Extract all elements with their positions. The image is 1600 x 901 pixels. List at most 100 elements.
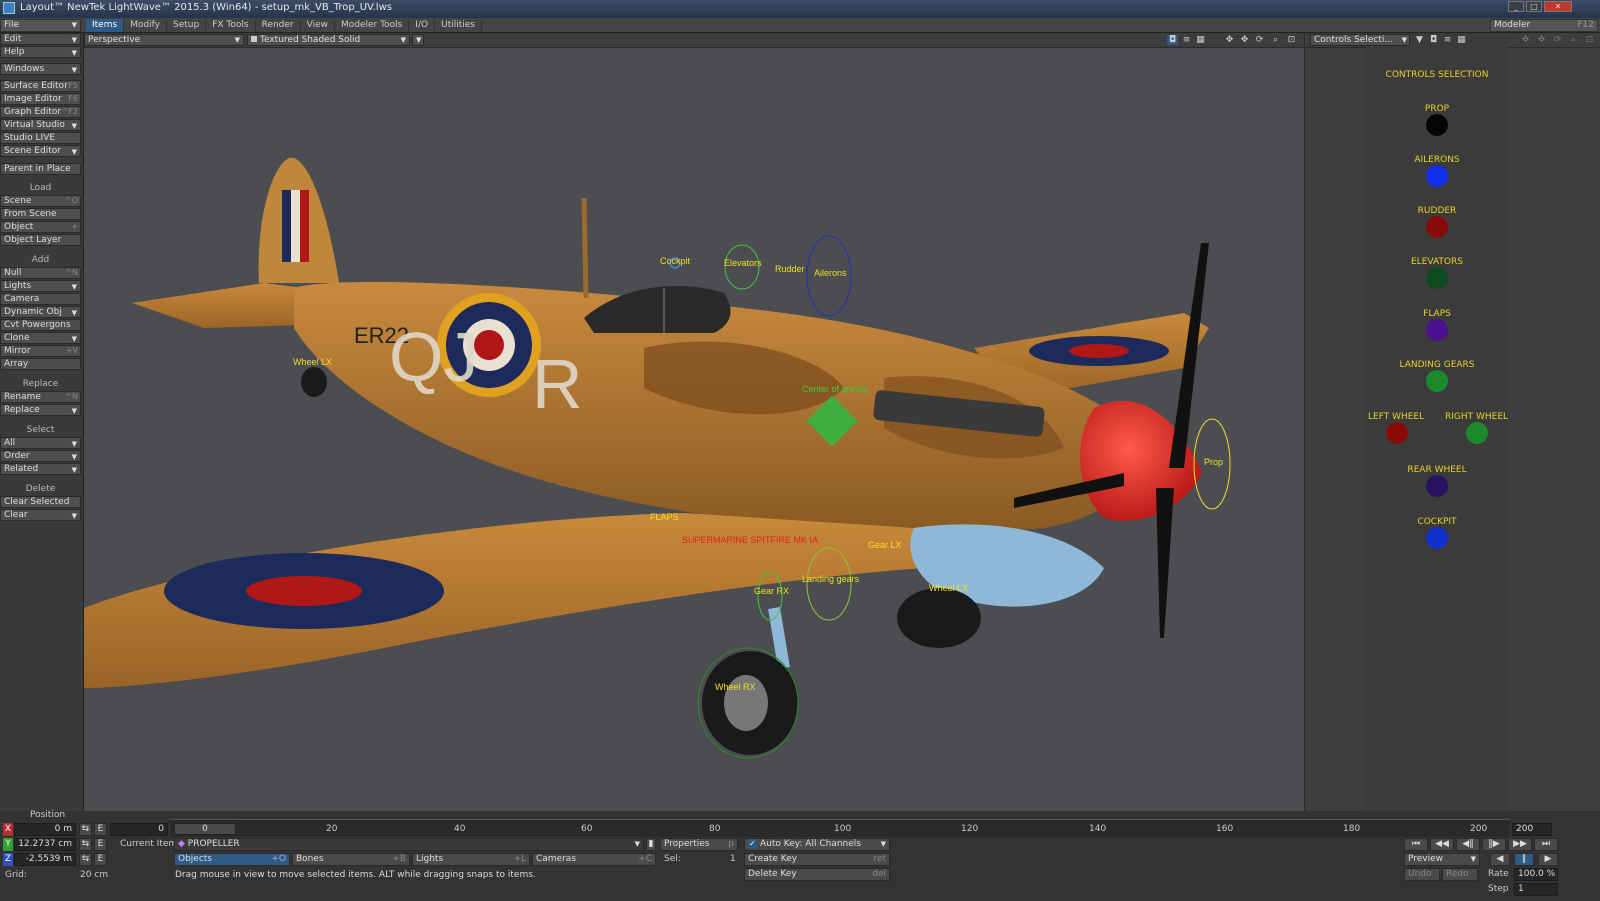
go-to-start-icon[interactable]: ⏮ (1404, 838, 1428, 851)
flaps-control-dot[interactable] (1426, 319, 1448, 341)
grid-icon[interactable]: ▦ (1195, 35, 1206, 45)
z-envelope-button[interactable]: E (94, 853, 107, 866)
y-position-field[interactable]: 12.2737 cm (14, 838, 76, 851)
minimize-button[interactable]: _ (1508, 1, 1524, 12)
studio-live-button[interactable]: Studio LIVE (0, 132, 81, 144)
load-scene-button[interactable]: Scene ^O (0, 195, 81, 207)
step-forward-icon[interactable]: ‖▶ (1482, 838, 1506, 851)
play-icon[interactable]: ▶ (1538, 853, 1558, 866)
timeline-slider[interactable]: 0 (174, 823, 236, 835)
pan-icon[interactable]: ✥ (1536, 35, 1547, 45)
ailerons-control-dot[interactable] (1426, 165, 1448, 187)
maximize-view-icon[interactable]: ⊡ (1286, 35, 1297, 45)
viewport-options-dropdown[interactable]: ▼ (412, 34, 424, 46)
rudder-label[interactable]: Rudder (775, 264, 805, 274)
windows-menu[interactable]: Windows ▼ (0, 63, 81, 75)
pan-icon[interactable]: ✥ (1239, 35, 1250, 45)
camera-icon[interactable]: ◘ (1428, 35, 1439, 45)
parent-in-place-button[interactable]: Parent in Place (0, 163, 81, 175)
center-of-gravity-label[interactable]: Center of gravity (802, 384, 868, 394)
tab-modeler-tools[interactable]: Modeler Tools (335, 19, 410, 32)
right-wheel-control-dot[interactable] (1466, 422, 1488, 444)
y-arrows-icon[interactable]: ⇆ (79, 838, 92, 851)
wheel-lx-tail-label[interactable]: Wheel LX (293, 357, 332, 367)
rudder-control-dot[interactable] (1426, 216, 1448, 238)
bones-tab[interactable]: Bones +B (292, 853, 410, 866)
current-item-dropdown[interactable]: ◆ PROPELLER ▼ (174, 838, 644, 851)
next-key-icon[interactable]: ▶▶ (1508, 838, 1532, 851)
start-frame-field[interactable]: 0 (110, 823, 168, 836)
y-envelope-button[interactable]: E (94, 838, 107, 851)
cockpit-label[interactable]: Cockpit (660, 256, 690, 266)
edit-menu[interactable]: Edit ▼ (0, 33, 81, 45)
play-reverse-icon[interactable]: ◀ (1490, 853, 1510, 866)
zoom-icon[interactable]: ⌕ (1568, 35, 1579, 45)
list-icon[interactable]: ≡ (1181, 35, 1192, 45)
load-object-button[interactable]: Object + (0, 221, 81, 233)
step-back-icon[interactable]: ◀‖ (1456, 838, 1480, 851)
move-view-icon[interactable]: ✥ (1224, 35, 1235, 45)
help-menu[interactable]: Help ▼ (0, 46, 81, 58)
properties-button[interactable]: Properties p (660, 838, 738, 851)
image-editor-button[interactable]: Image Editor F6 (0, 93, 81, 105)
tab-utilities[interactable]: Utilities (435, 19, 482, 32)
flaps-label[interactable]: FLAPS (650, 512, 679, 522)
virtual-studio-button[interactable]: Virtual Studio ▼ (0, 119, 81, 131)
clear-selected-button[interactable]: Clear Selected - (0, 496, 81, 508)
select-order-menu[interactable]: Order ▼ (0, 450, 81, 462)
select-all-menu[interactable]: All ▼ (0, 437, 81, 449)
select-related-menu[interactable]: Related ▼ (0, 463, 81, 475)
clear-menu[interactable]: Clear ▼ (0, 509, 81, 521)
move-view-icon[interactable]: ✥ (1520, 35, 1531, 45)
load-object-layer-button[interactable]: Object Layer (0, 234, 81, 246)
tab-io[interactable]: I/O (409, 19, 436, 32)
end-frame-field[interactable]: 200 (1512, 823, 1552, 836)
objects-tab[interactable]: Objects +O (174, 853, 290, 866)
mirror-button[interactable]: Mirror +V (0, 345, 81, 357)
tab-setup[interactable]: Setup (167, 19, 207, 32)
tab-view[interactable]: View (301, 19, 335, 32)
preview-dropdown[interactable]: Preview ▼ (1404, 853, 1480, 866)
add-null-button[interactable]: Null ^N (0, 267, 81, 279)
lights-tab[interactable]: Lights +L (412, 853, 530, 866)
x-envelope-button[interactable]: E (94, 823, 107, 836)
render-mode-dropdown[interactable]: Textured Shaded Solid ▼ (247, 34, 410, 46)
grid-icon[interactable]: ▦ (1456, 35, 1467, 45)
cvt-powergons-button[interactable]: Cvt Powergons (0, 319, 81, 331)
z-position-field[interactable]: -2.5539 m (14, 853, 76, 866)
wheel-rx-label[interactable]: Wheel RX (715, 682, 756, 692)
perspective-viewport[interactable]: Perspective ▼ Textured Shaded Solid ▼ ▼ ◘ … (84, 33, 1304, 811)
auto-key-dropdown[interactable]: ✓ Auto Key: All Channels ▼ (744, 838, 890, 851)
replace-menu[interactable]: Replace ▼ (0, 404, 81, 416)
elevators-control-dot[interactable] (1426, 267, 1448, 289)
prop-label[interactable]: Prop (1204, 457, 1223, 467)
maximize-view-icon[interactable]: ⊡ (1584, 35, 1595, 45)
pause-icon[interactable]: ‖ (1514, 853, 1534, 866)
list-icon[interactable]: ≡ (1442, 35, 1453, 45)
dropdown-arrow-icon[interactable]: ▼ (1414, 35, 1425, 45)
delete-key-button[interactable]: Delete Key del (744, 868, 890, 881)
ailerons-label[interactable]: Ailerons (814, 268, 847, 278)
step-field[interactable]: 1 (1514, 883, 1558, 896)
cockpit-control-dot[interactable] (1426, 527, 1448, 549)
zoom-icon[interactable]: ⌕ (1270, 35, 1281, 45)
gear-lx-label[interactable]: Gear LX (868, 540, 902, 550)
item-options-icon[interactable]: ▮ (646, 838, 656, 851)
rotate-view-icon[interactable]: ⟳ (1254, 35, 1265, 45)
tab-modify[interactable]: Modify (124, 19, 168, 32)
elevators-label[interactable]: Elevators (724, 258, 762, 268)
graph-editor-button[interactable]: Graph Editor ^F2 (0, 106, 81, 118)
close-button[interactable]: ✕ (1544, 1, 1572, 12)
load-from-scene-button[interactable]: From Scene (0, 208, 81, 220)
add-lights-menu[interactable]: Lights ▼ (0, 280, 81, 292)
maximize-button[interactable]: □ (1526, 1, 1542, 12)
rate-field[interactable]: 100.0 % (1514, 868, 1558, 881)
gear-rx-label[interactable]: Gear RX (754, 586, 789, 596)
tab-fx-tools[interactable]: FX Tools (206, 19, 256, 32)
prop-control-dot[interactable] (1426, 114, 1448, 136)
landing-gears-label[interactable]: Landing gears (802, 574, 859, 584)
wheel-lx-label[interactable]: Wheel LX (929, 583, 968, 593)
camera-icon[interactable]: ◘ (1167, 35, 1178, 45)
landing-gears-control-dot[interactable] (1426, 370, 1448, 392)
tab-render[interactable]: Render (256, 19, 301, 32)
